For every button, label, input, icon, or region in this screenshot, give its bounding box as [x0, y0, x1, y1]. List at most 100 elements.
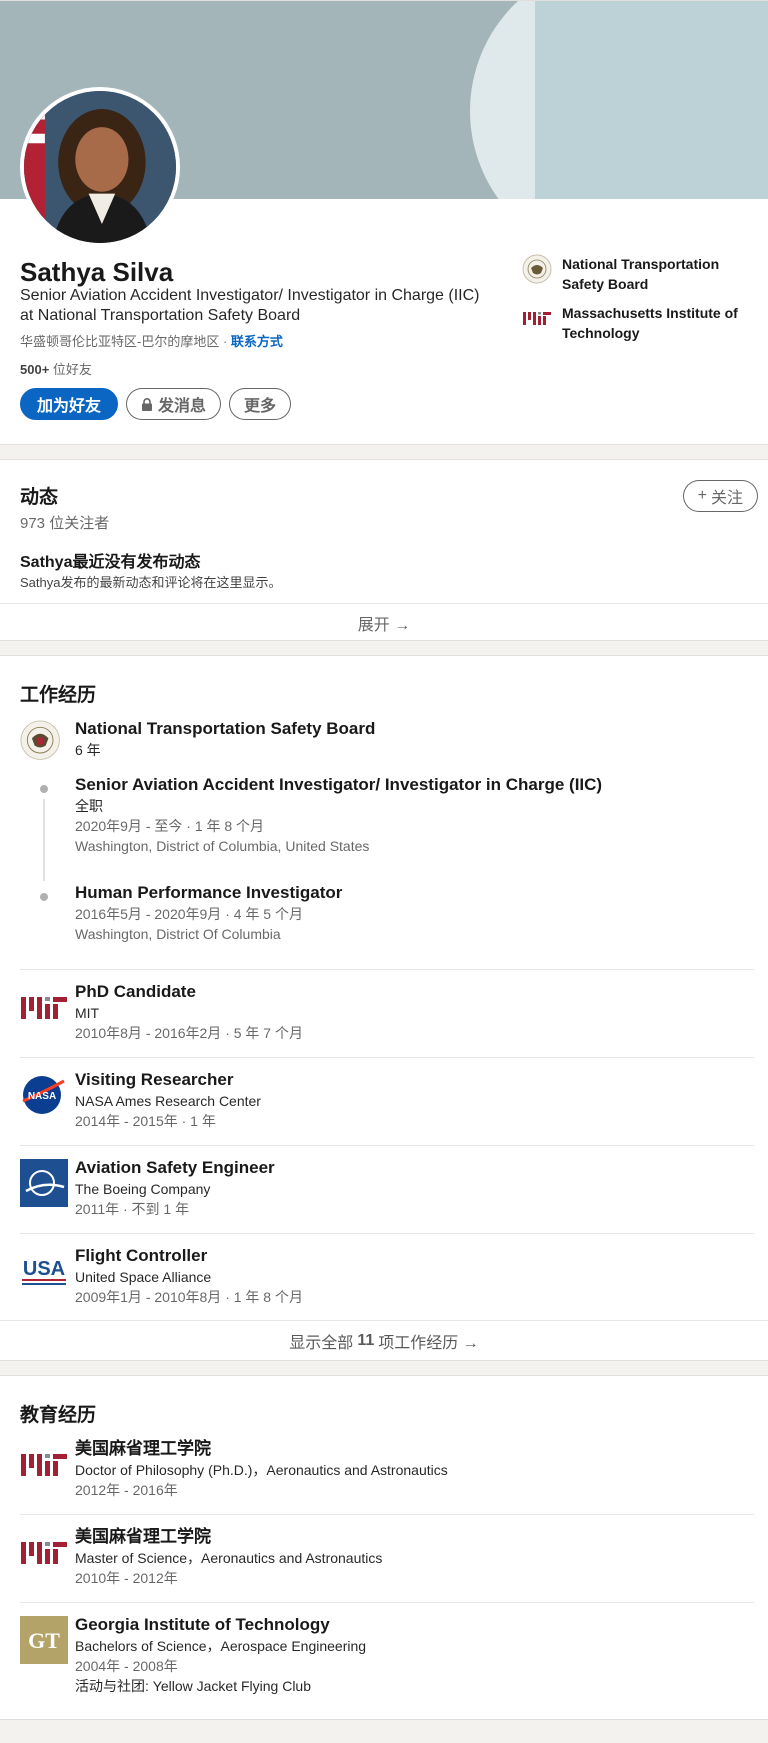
avatar[interactable]	[20, 87, 180, 247]
activity-title: 动态	[20, 487, 59, 508]
experience-item[interactable]: NASA Visiting Researcher NASA Ames Resea…	[20, 1069, 754, 1131]
experience-item[interactable]: USA Flight Controller United Space Allia…	[20, 1245, 754, 1307]
job-dates: 2011年 · 不到 1 年	[75, 1201, 190, 1217]
message-button-label: 发消息	[158, 398, 207, 415]
experience-item[interactable]: PhD Candidate MIT 2010年8月 - 2016年2月 · 5 …	[20, 981, 754, 1043]
org-mit[interactable]: Massachusetts Institute of Technology	[522, 303, 757, 343]
gt-logo-icon: GT	[20, 1616, 68, 1664]
mit-logo-icon	[523, 312, 551, 325]
job-company: The Boeing Company	[75, 1181, 211, 1197]
experience-item[interactable]: Aviation Safety Engineer The Boeing Comp…	[20, 1157, 754, 1219]
mit-logo-icon	[21, 997, 67, 1019]
company-duration: 6 年	[75, 742, 101, 758]
education-card: 教育经历 美国麻省理工学院 Doctor of Philosophy (Ph.D…	[0, 1375, 768, 1720]
role-title: Senior Aviation Accident Investigator/ I…	[75, 775, 603, 794]
friends-label: 位好友	[49, 362, 92, 377]
org-ntsb[interactable]: National Transportation Safety Board	[522, 254, 757, 294]
profile-orgs: National Transportation Safety Board Mas…	[522, 254, 757, 352]
mit-logo-icon	[21, 1454, 67, 1476]
profile-actions: 加为好友 发消息 更多	[20, 388, 292, 420]
svg-text:USA: USA	[23, 1258, 65, 1280]
school-name: Georgia Institute of Technology	[75, 1615, 330, 1634]
boeing-logo-icon	[20, 1159, 68, 1207]
degree: Master of Science，Aeronautics and Astron…	[75, 1550, 383, 1566]
profile-headline: Senior Aviation Accident Investigator/ I…	[20, 287, 480, 324]
show-all-prefix: 显示全部	[289, 1334, 354, 1352]
profile-name: Sathya Silva	[20, 257, 174, 287]
school-name: 美国麻省理工学院	[75, 1439, 211, 1458]
role-title: Human Performance Investigator	[75, 883, 343, 902]
job-company: MIT	[75, 1005, 100, 1021]
role-dates: 2020年9月 - 至今 · 1 年 8 个月	[75, 818, 265, 834]
education-item[interactable]: GT Georgia Institute of Technology Bache…	[20, 1614, 754, 1696]
profile-card: Sathya Silva Senior Aviation Accident In…	[0, 0, 768, 445]
plus-icon: +	[697, 487, 707, 504]
ntsb-seal-icon	[522, 254, 552, 284]
role-item[interactable]: Senior Aviation Accident Investigator/ I…	[75, 774, 754, 856]
follow-button[interactable]: + 关注	[682, 480, 758, 512]
location-text: 华盛顿哥伦比亚特区-巴尔的摩地区 ·	[20, 334, 231, 349]
edu-dates: 2012年 - 2016年	[75, 1482, 178, 1498]
edu-dates: 2004年 - 2008年	[75, 1658, 178, 1674]
timeline-dot	[40, 785, 48, 793]
experience-title: 工作经历	[20, 685, 97, 706]
divider	[20, 1602, 754, 1603]
svg-text:GT: GT	[28, 1628, 60, 1653]
follow-button-label: 关注	[710, 490, 743, 507]
divider	[20, 1145, 754, 1146]
job-title: Flight Controller	[75, 1246, 208, 1265]
add-friend-button[interactable]: 加为好友	[20, 388, 119, 420]
divider	[20, 1233, 754, 1234]
divider	[20, 969, 754, 970]
company-name: National Transportation Safety Board	[75, 719, 376, 738]
school-name: 美国麻省理工学院	[75, 1527, 211, 1546]
job-dates: 2009年1月 - 2010年8月 · 1 年 8 个月	[75, 1289, 303, 1305]
role-location: Washington, District of Columbia, United…	[75, 838, 370, 854]
job-title: PhD Candidate	[75, 982, 196, 1001]
show-all-experience-button[interactable]: 显示全部 11 项工作经历 →	[0, 1320, 768, 1360]
education-title: 教育经历	[20, 1405, 97, 1426]
org-name-ntsb: National Transportation Safety Board	[562, 256, 720, 292]
no-post-title: Sathya最近没有发布动态	[20, 554, 201, 571]
show-all-suffix: 项工作经历 →	[378, 1334, 479, 1352]
job-dates: 2014年 - 2015年 · 1 年	[75, 1113, 216, 1129]
friends-count[interactable]: 500+ 位好友	[20, 359, 92, 378]
job-company: United Space Alliance	[75, 1269, 212, 1285]
degree: Bachelors of Science，Aerospace Engineeri…	[75, 1638, 367, 1654]
role-location: Washington, District Of Columbia	[75, 926, 281, 942]
edu-activities: 活动与社团: Yellow Jacket Flying Club	[75, 1678, 312, 1694]
edu-dates: 2010年 - 2012年	[75, 1570, 178, 1586]
role-dates: 2016年5月 - 2020年9月 · 4 年 5 个月	[75, 906, 303, 922]
usa-logo-icon: USA	[22, 1258, 66, 1285]
location-row: 华盛顿哥伦比亚特区-巴尔的摩地区 · 联系方式	[20, 331, 283, 350]
role-type: 全职	[75, 798, 103, 814]
timeline-dot	[40, 893, 48, 901]
role-item[interactable]: Human Performance Investigator 2016年5月 -…	[75, 882, 754, 944]
nasa-logo-icon: NASA	[22, 1076, 65, 1114]
education-item[interactable]: 美国麻省理工学院 Doctor of Philosophy (Ph.D.)，Ae…	[20, 1438, 754, 1500]
mit-logo-icon	[21, 1542, 67, 1564]
timeline-line	[43, 799, 45, 881]
experience-group-ntsb[interactable]: National Transportation Safety Board 6 年	[20, 718, 754, 760]
followers-count: 973 位关注者	[20, 515, 110, 532]
job-title: Visiting Researcher	[75, 1070, 234, 1089]
expand-activity-button[interactable]: 展开 →	[0, 603, 768, 641]
message-button[interactable]: 发消息	[126, 388, 222, 420]
svg-text:NASA: NASA	[28, 1091, 56, 1102]
job-title: Aviation Safety Engineer	[75, 1158, 275, 1177]
experience-card: 工作经历 National Transportation Safety Boar…	[0, 655, 768, 1361]
ntsb-seal-icon	[20, 720, 60, 760]
more-button[interactable]: 更多	[229, 388, 292, 420]
contact-info-link[interactable]: 联系方式	[231, 334, 283, 349]
activity-card: 动态 973 位关注者 + 关注 Sathya最近没有发布动态 Sathya发布…	[0, 459, 768, 641]
job-dates: 2010年8月 - 2016年2月 · 5 年 7 个月	[75, 1025, 303, 1041]
org-name-mit: Massachusetts Institute of Technology	[562, 305, 738, 341]
education-item[interactable]: 美国麻省理工学院 Master of Science，Aeronautics a…	[20, 1526, 754, 1588]
no-post-desc: Sathya发布的最新动态和评论将在这里显示。	[20, 575, 282, 590]
show-all-count: 11	[357, 1331, 375, 1349]
job-company: NASA Ames Research Center	[75, 1093, 261, 1109]
friends-number: 500+	[20, 362, 50, 377]
degree: Doctor of Philosophy (Ph.D.)，Aeronautics…	[75, 1462, 448, 1478]
divider	[20, 1057, 754, 1058]
lock-icon	[142, 397, 153, 411]
